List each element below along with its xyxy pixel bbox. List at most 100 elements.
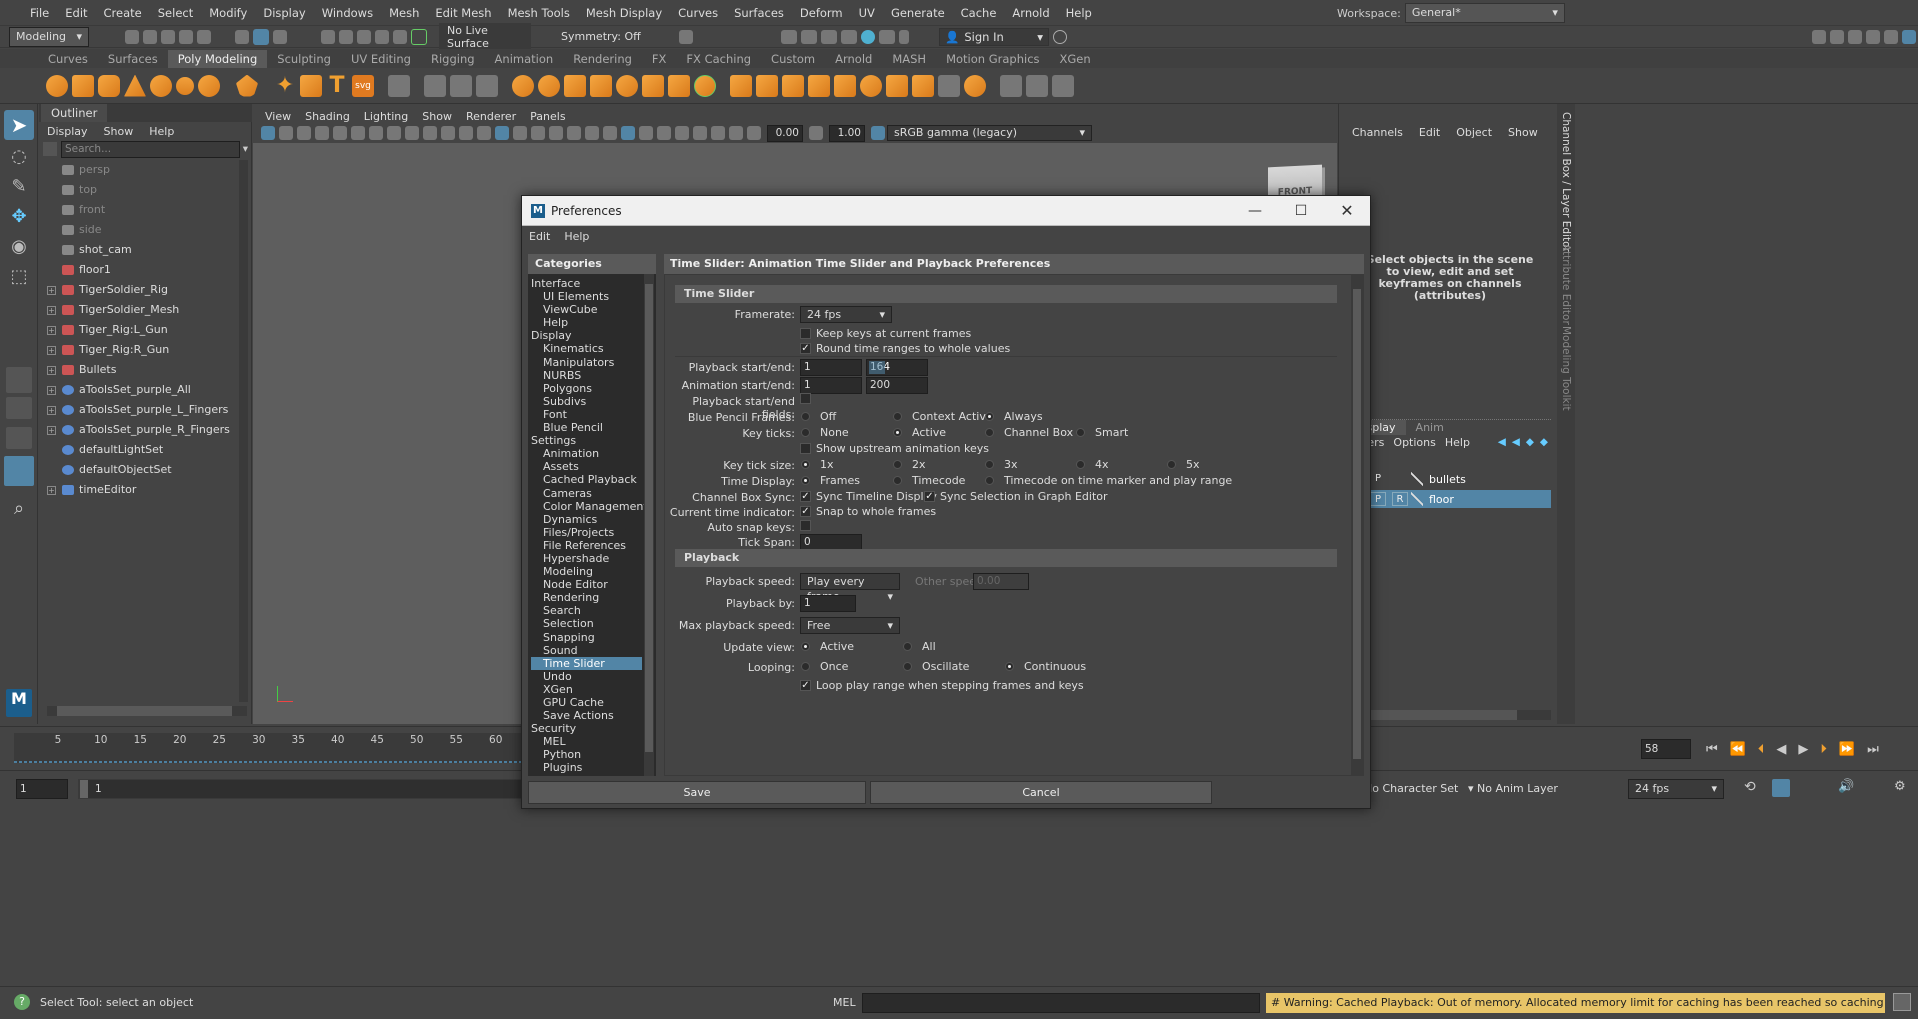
layer-r-toggle[interactable]: R — [1392, 492, 1408, 506]
quad-draw-icon[interactable] — [1052, 74, 1074, 97]
keep-keys-checkbox[interactable]: Keep keys at current frames — [800, 327, 971, 340]
category-time-slider[interactable]: Time Slider — [531, 656, 642, 670]
wedge-icon[interactable] — [834, 74, 856, 97]
workspace-dropdown[interactable]: General* ▾ — [1404, 3, 1565, 23]
category-xgen[interactable]: XGen — [531, 683, 642, 696]
prefs-scrollbar[interactable] — [1351, 275, 1363, 775]
new-layer-icon[interactable]: ◆ — [1526, 436, 1534, 448]
menu-arnold[interactable]: Arnold — [1004, 0, 1057, 26]
category-polygons[interactable]: Polygons — [531, 382, 642, 395]
measure-icon[interactable] — [424, 74, 446, 97]
edit-edge-flow-icon[interactable] — [938, 74, 960, 97]
category-python[interactable]: Python — [531, 748, 642, 761]
key-ticks-radio[interactable]: Smart — [1076, 426, 1128, 439]
view-transform-dropdown[interactable]: sRGB gamma (legacy) ▾ — [887, 125, 1092, 141]
anim-start-field[interactable]: 1 — [16, 779, 68, 799]
filter-icon[interactable] — [43, 142, 57, 156]
shadows-icon[interactable] — [567, 126, 581, 140]
expand-icon[interactable]: + — [47, 405, 56, 415]
framerate-dropdown[interactable]: 24 fps ▾ — [800, 306, 892, 323]
category-font[interactable]: Font — [531, 408, 642, 421]
category-save-actions[interactable]: Save Actions — [531, 709, 642, 722]
radio-button[interactable] — [801, 412, 810, 421]
smooth-icon[interactable] — [564, 74, 586, 97]
range-handle-start[interactable] — [80, 780, 88, 798]
select-camera-icon[interactable] — [261, 126, 275, 140]
category-animation[interactable]: Animation — [531, 447, 642, 460]
pivot-icon[interactable] — [476, 74, 498, 97]
menu-uv[interactable]: UV — [851, 0, 883, 26]
category-settings[interactable]: Settings — [531, 434, 642, 447]
outliner-menu-help[interactable]: Help — [141, 125, 182, 138]
wireframe-on-shaded-icon[interactable] — [513, 126, 527, 140]
sidebar-toggle-2-icon[interactable] — [1830, 29, 1844, 44]
exposure-field[interactable]: 0.00 — [767, 124, 803, 142]
search-icon[interactable]: ⌕ — [6, 498, 32, 524]
menu-surfaces[interactable]: Surfaces — [726, 0, 792, 26]
channel-menu-edit[interactable]: Edit — [1411, 126, 1448, 139]
fill-hole-icon[interactable] — [694, 74, 716, 97]
uv-search-icon[interactable] — [450, 74, 472, 97]
sidebar-toggle-4-icon[interactable] — [1866, 29, 1880, 44]
blue-pencil-radio[interactable]: Context Active — [893, 410, 993, 423]
outliner-item[interactable]: + aToolsSet_purple_R_Fingers — [43, 420, 233, 440]
other-speed-field[interactable]: 0.00 — [973, 573, 1029, 590]
key-tick-size-radio[interactable]: 5x — [1167, 458, 1200, 471]
minimize-icon[interactable]: — — [1232, 203, 1278, 219]
radio-button[interactable] — [801, 642, 810, 651]
sync-timeline-checkbox[interactable]: ✓ Sync Timeline Display — [800, 490, 937, 503]
key-tick-size-radio[interactable]: 1x — [801, 458, 834, 471]
open-scene-icon[interactable] — [143, 29, 157, 44]
layer-p-toggle[interactable]: P — [1370, 472, 1386, 486]
outliner-item[interactable]: defaultObjectSet — [43, 460, 233, 480]
category-assets[interactable]: Assets — [531, 460, 642, 473]
expand-icon[interactable]: + — [47, 325, 56, 335]
menu-help[interactable]: Help — [1058, 0, 1100, 26]
category-hypershade[interactable]: Hypershade — [531, 552, 642, 565]
expand-icon[interactable]: + — [47, 385, 56, 395]
update-view-radio[interactable]: All — [903, 640, 936, 653]
menu-file[interactable]: File — [22, 0, 57, 26]
append-icon[interactable] — [668, 74, 690, 97]
menu-mesh-display[interactable]: Mesh Display — [578, 0, 670, 26]
undo-icon[interactable] — [179, 29, 193, 44]
flip-icon[interactable] — [912, 74, 934, 97]
shelf-tab-rendering[interactable]: Rendering — [563, 50, 642, 68]
looping-radio[interactable]: Continuous — [1005, 660, 1086, 673]
script-editor-icon[interactable] — [1893, 993, 1911, 1011]
key-ticks-radio[interactable]: Channel Box — [985, 426, 1073, 439]
redo-icon[interactable] — [197, 29, 211, 44]
category-sound[interactable]: Sound — [531, 644, 642, 657]
layer-p-toggle[interactable]: P — [1370, 492, 1386, 506]
key-tick-size-radio[interactable]: 3x — [985, 458, 1018, 471]
category-kinematics[interactable]: Kinematics — [531, 342, 642, 355]
auto-snap-checkbox[interactable] — [800, 520, 811, 531]
resolution-gate-icon[interactable] — [405, 126, 419, 140]
cached-playback-icon[interactable] — [1772, 779, 1790, 797]
radio-button[interactable] — [903, 662, 912, 671]
prefs-menu-edit[interactable]: Edit — [522, 230, 557, 243]
multi-cut-icon[interactable] — [1000, 74, 1022, 97]
layer-menu-options[interactable]: Options — [1390, 436, 1441, 449]
save-button[interactable]: Save — [528, 781, 866, 804]
extrude-icon[interactable] — [730, 74, 752, 97]
scale-tool-icon[interactable]: ⬚ — [6, 266, 32, 292]
shelf-tab-xgen[interactable]: XGen — [1050, 50, 1101, 68]
current-frame-field[interactable]: 58 — [1641, 739, 1691, 759]
outliner-menu-show[interactable]: Show — [96, 125, 142, 138]
step-forward-key-icon[interactable]: ⏩ — [1839, 742, 1855, 757]
move-layer-up-icon[interactable]: ◀ — [1498, 436, 1506, 448]
key-tick-size-radio[interactable]: 2x — [893, 458, 926, 471]
playback-fields-checkbox[interactable] — [800, 393, 811, 404]
outliner-item[interactable]: + Tiger_Rig:R_Gun — [43, 340, 233, 360]
shelf-tab-motion-graphics[interactable]: Motion Graphics — [936, 50, 1049, 68]
categories-scrollbar[interactable] — [644, 274, 654, 776]
radio-button[interactable] — [985, 460, 994, 469]
construction-history-icon[interactable] — [679, 29, 693, 44]
gamma-field[interactable]: 1.00 — [829, 124, 865, 142]
poly-cube-icon[interactable] — [72, 74, 94, 97]
outliner-item[interactable]: floor1 — [43, 260, 233, 280]
render-ipr-icon[interactable] — [801, 29, 817, 44]
checkbox[interactable]: ✓ — [800, 506, 811, 517]
grid-icon[interactable] — [369, 126, 383, 140]
